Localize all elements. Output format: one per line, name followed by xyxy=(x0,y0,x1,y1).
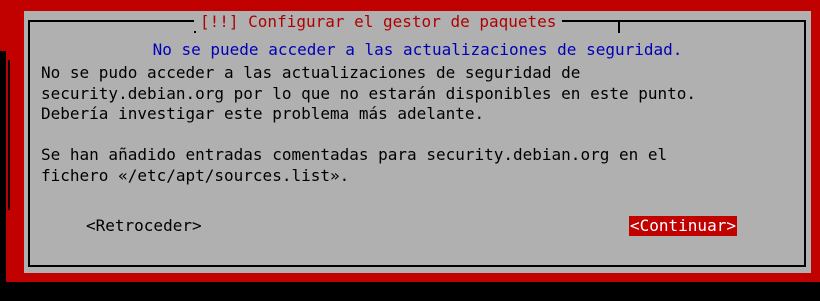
package-manager-dialog: [!!] Configurar el gestor de paquetes No… xyxy=(24,11,811,273)
message-line: No se pudo acceder a las actualizaciones… xyxy=(41,63,581,82)
title-right-bracket xyxy=(618,21,620,33)
message-line: Debería investigar este problema más ade… xyxy=(41,104,485,123)
message-line: security.debian.org por lo que no estará… xyxy=(41,83,697,103)
continue-button[interactable]: <Continuar> xyxy=(629,216,737,236)
message-line xyxy=(41,125,801,146)
message-line: Se han añadido entradas comentadas para … xyxy=(41,145,668,164)
dialog-subtitle: No se puede acceder a las actualizacione… xyxy=(152,40,683,59)
dialog-title: [!!] Configurar el gestor de paquetes xyxy=(194,13,563,31)
bottom-status-bar xyxy=(0,282,820,301)
message-line: fichero «/etc/apt/sources.list». xyxy=(41,165,350,185)
background-dialog-edge xyxy=(8,60,10,210)
dialog-message: No se pudo acceder a las actualizaciones… xyxy=(41,63,801,186)
back-button[interactable]: <Retroceder> xyxy=(85,216,203,236)
left-edge-strip xyxy=(0,51,6,282)
